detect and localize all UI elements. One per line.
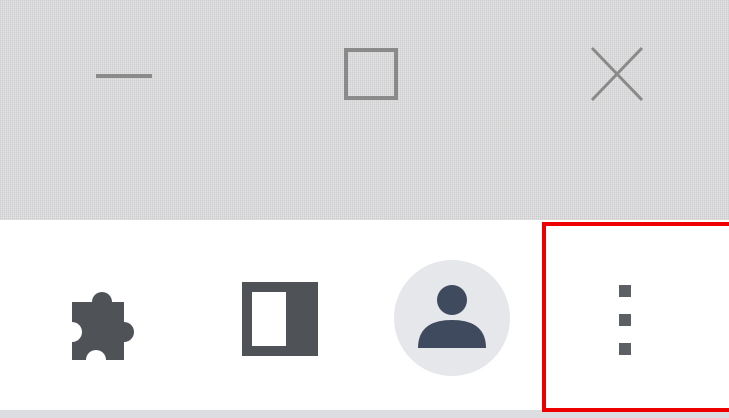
side-panel-icon: [242, 282, 318, 356]
minimize-button[interactable]: [24, 20, 224, 130]
three-dot-vertical-icon: [619, 285, 631, 355]
maximize-button[interactable]: [270, 20, 470, 130]
close-button[interactable]: [518, 20, 718, 130]
puzzle-piece-icon: [72, 292, 134, 360]
maximize-icon: [344, 48, 398, 100]
toolbar-divider: [0, 410, 729, 418]
minimize-icon: [96, 74, 152, 78]
person-icon: [394, 260, 510, 376]
close-icon: [590, 46, 644, 102]
chrome-menu-button[interactable]: [580, 270, 670, 370]
side-panel-button[interactable]: [236, 278, 326, 368]
profile-button[interactable]: [394, 260, 510, 376]
window-titlebar: [0, 0, 729, 220]
browser-toolbar: [0, 220, 729, 410]
extensions-button[interactable]: [62, 280, 152, 370]
